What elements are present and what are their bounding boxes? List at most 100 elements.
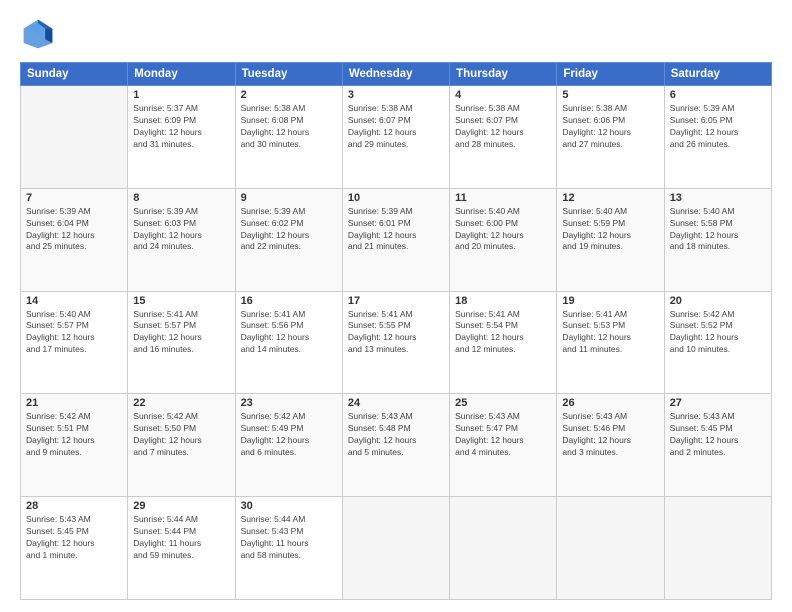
- week-row-4: 28 Sunrise: 5:43 AM Sunset: 5:45 PM Dayli…: [21, 497, 772, 600]
- weekday-header-saturday: Saturday: [664, 63, 771, 86]
- day-info: Sunrise: 5:42 AM Sunset: 5:51 PM Dayligh…: [26, 411, 122, 459]
- day-number: 27: [670, 397, 766, 409]
- page: SundayMondayTuesdayWednesdayThursdayFrid…: [0, 0, 792, 612]
- calendar-cell: [342, 497, 449, 600]
- calendar-cell: 12Sunrise: 5:40 AM Sunset: 5:59 PM Dayli…: [557, 188, 664, 291]
- day-info: Sunrise: 5:43 AM Sunset: 5:45 PM Dayligh…: [670, 411, 766, 459]
- calendar-cell: [557, 497, 664, 600]
- day-number: 4: [455, 89, 551, 101]
- day-info: Sunrise: 5:44 AM Sunset: 5:43 PM Dayligh…: [241, 514, 337, 562]
- weekday-header-row: SundayMondayTuesdayWednesdayThursdayFrid…: [21, 63, 772, 86]
- day-number: 17: [348, 295, 444, 307]
- day-info: Sunrise: 5:41 AM Sunset: 5:56 PM Dayligh…: [241, 309, 337, 357]
- day-info: Sunrise: 5:44 AM Sunset: 5:44 PM Dayligh…: [133, 514, 229, 562]
- calendar-cell: 8 Sunrise: 5:39 AM Sunset: 6:03 PM Daylig…: [128, 188, 235, 291]
- calendar-header: SundayMondayTuesdayWednesdayThursdayFrid…: [21, 63, 772, 86]
- day-info: Sunrise: 5:38 AM Sunset: 6:07 PM Dayligh…: [455, 103, 551, 151]
- calendar-cell: 6 Sunrise: 5:39 AM Sunset: 6:05 PM Daylig…: [664, 86, 771, 189]
- calendar-cell: [450, 497, 557, 600]
- calendar-cell: 30 Sunrise: 5:44 AM Sunset: 5:43 PM Dayli…: [235, 497, 342, 600]
- weekday-header-wednesday: Wednesday: [342, 63, 449, 86]
- calendar-cell: 17 Sunrise: 5:41 AM Sunset: 5:55 PM Dayli…: [342, 291, 449, 394]
- day-info: Sunrise: 5:40 AM Sunset: 5:57 PM Dayligh…: [26, 309, 122, 357]
- day-number: 11: [455, 192, 551, 204]
- day-number: 9: [241, 192, 337, 204]
- day-info: Sunrise: 5:39 AM Sunset: 6:02 PM Dayligh…: [241, 206, 337, 254]
- day-info: Sunrise: 5:39 AM Sunset: 6:05 PM Dayligh…: [670, 103, 766, 151]
- calendar-cell: 15 Sunrise: 5:41 AM Sunset: 5:57 PM Dayli…: [128, 291, 235, 394]
- day-number: 18: [455, 295, 551, 307]
- day-info: Sunrise: 5:40 AM Sunset: 6:00 PM Dayligh…: [455, 206, 551, 254]
- weekday-header-sunday: Sunday: [21, 63, 128, 86]
- calendar-cell: 14 Sunrise: 5:40 AM Sunset: 5:57 PM Dayli…: [21, 291, 128, 394]
- calendar-cell: 1Sunrise: 5:37 AM Sunset: 6:09 PM Daylig…: [128, 86, 235, 189]
- day-info: Sunrise: 5:39 AM Sunset: 6:01 PM Dayligh…: [348, 206, 444, 254]
- day-number: 13: [670, 192, 766, 204]
- calendar-cell: 28 Sunrise: 5:43 AM Sunset: 5:45 PM Dayli…: [21, 497, 128, 600]
- week-row-2: 14 Sunrise: 5:40 AM Sunset: 5:57 PM Dayli…: [21, 291, 772, 394]
- week-row-3: 21 Sunrise: 5:42 AM Sunset: 5:51 PM Dayli…: [21, 394, 772, 497]
- day-info: Sunrise: 5:42 AM Sunset: 5:50 PM Dayligh…: [133, 411, 229, 459]
- calendar-cell: 23 Sunrise: 5:42 AM Sunset: 5:49 PM Dayli…: [235, 394, 342, 497]
- weekday-header-friday: Friday: [557, 63, 664, 86]
- calendar-cell: 26Sunrise: 5:43 AM Sunset: 5:46 PM Dayli…: [557, 394, 664, 497]
- day-number: 15: [133, 295, 229, 307]
- calendar-cell: 13 Sunrise: 5:40 AM Sunset: 5:58 PM Dayli…: [664, 188, 771, 291]
- day-number: 28: [26, 500, 122, 512]
- day-info: Sunrise: 5:42 AM Sunset: 5:52 PM Dayligh…: [670, 309, 766, 357]
- weekday-header-tuesday: Tuesday: [235, 63, 342, 86]
- day-info: Sunrise: 5:39 AM Sunset: 6:04 PM Dayligh…: [26, 206, 122, 254]
- day-info: Sunrise: 5:43 AM Sunset: 5:48 PM Dayligh…: [348, 411, 444, 459]
- calendar-cell: 25Sunrise: 5:43 AM Sunset: 5:47 PM Dayli…: [450, 394, 557, 497]
- day-info: Sunrise: 5:40 AM Sunset: 5:58 PM Dayligh…: [670, 206, 766, 254]
- day-info: Sunrise: 5:39 AM Sunset: 6:03 PM Dayligh…: [133, 206, 229, 254]
- week-row-1: 7Sunrise: 5:39 AM Sunset: 6:04 PM Daylig…: [21, 188, 772, 291]
- day-number: 20: [670, 295, 766, 307]
- day-number: 24: [348, 397, 444, 409]
- calendar-body: 1Sunrise: 5:37 AM Sunset: 6:09 PM Daylig…: [21, 86, 772, 600]
- calendar-cell: 4 Sunrise: 5:38 AM Sunset: 6:07 PM Daylig…: [450, 86, 557, 189]
- calendar-cell: 3Sunrise: 5:38 AM Sunset: 6:07 PM Daylig…: [342, 86, 449, 189]
- day-number: 23: [241, 397, 337, 409]
- calendar-cell: 9 Sunrise: 5:39 AM Sunset: 6:02 PM Daylig…: [235, 188, 342, 291]
- calendar-table: SundayMondayTuesdayWednesdayThursdayFrid…: [20, 62, 772, 600]
- day-number: 16: [241, 295, 337, 307]
- day-number: 30: [241, 500, 337, 512]
- calendar-cell: 19 Sunrise: 5:41 AM Sunset: 5:53 PM Dayli…: [557, 291, 664, 394]
- day-number: 26: [562, 397, 658, 409]
- logo-icon: [20, 16, 56, 52]
- day-info: Sunrise: 5:41 AM Sunset: 5:57 PM Dayligh…: [133, 309, 229, 357]
- calendar-cell: 2Sunrise: 5:38 AM Sunset: 6:08 PM Daylig…: [235, 86, 342, 189]
- calendar-cell: 18 Sunrise: 5:41 AM Sunset: 5:54 PM Dayli…: [450, 291, 557, 394]
- calendar-cell: 24 Sunrise: 5:43 AM Sunset: 5:48 PM Dayli…: [342, 394, 449, 497]
- calendar-cell: 21 Sunrise: 5:42 AM Sunset: 5:51 PM Dayli…: [21, 394, 128, 497]
- day-number: 5: [562, 89, 658, 101]
- day-info: Sunrise: 5:43 AM Sunset: 5:45 PM Dayligh…: [26, 514, 122, 562]
- day-info: Sunrise: 5:42 AM Sunset: 5:49 PM Dayligh…: [241, 411, 337, 459]
- calendar-cell: 22 Sunrise: 5:42 AM Sunset: 5:50 PM Dayli…: [128, 394, 235, 497]
- day-info: Sunrise: 5:38 AM Sunset: 6:06 PM Dayligh…: [562, 103, 658, 151]
- day-number: 6: [670, 89, 766, 101]
- day-info: Sunrise: 5:41 AM Sunset: 5:53 PM Dayligh…: [562, 309, 658, 357]
- calendar-cell: [21, 86, 128, 189]
- calendar-cell: 27 Sunrise: 5:43 AM Sunset: 5:45 PM Dayli…: [664, 394, 771, 497]
- day-number: 19: [562, 295, 658, 307]
- day-number: 22: [133, 397, 229, 409]
- day-number: 10: [348, 192, 444, 204]
- day-number: 25: [455, 397, 551, 409]
- logo: [20, 16, 62, 52]
- day-number: 21: [26, 397, 122, 409]
- week-row-0: 1Sunrise: 5:37 AM Sunset: 6:09 PM Daylig…: [21, 86, 772, 189]
- day-info: Sunrise: 5:41 AM Sunset: 5:55 PM Dayligh…: [348, 309, 444, 357]
- day-info: Sunrise: 5:41 AM Sunset: 5:54 PM Dayligh…: [455, 309, 551, 357]
- weekday-header-monday: Monday: [128, 63, 235, 86]
- header: [20, 16, 772, 52]
- day-number: 29: [133, 500, 229, 512]
- calendar-cell: 29 Sunrise: 5:44 AM Sunset: 5:44 PM Dayli…: [128, 497, 235, 600]
- calendar-cell: 11 Sunrise: 5:40 AM Sunset: 6:00 PM Dayli…: [450, 188, 557, 291]
- calendar-cell: 7Sunrise: 5:39 AM Sunset: 6:04 PM Daylig…: [21, 188, 128, 291]
- day-number: 14: [26, 295, 122, 307]
- day-number: 8: [133, 192, 229, 204]
- calendar-cell: 5 Sunrise: 5:38 AM Sunset: 6:06 PM Daylig…: [557, 86, 664, 189]
- day-info: Sunrise: 5:38 AM Sunset: 6:07 PM Dayligh…: [348, 103, 444, 151]
